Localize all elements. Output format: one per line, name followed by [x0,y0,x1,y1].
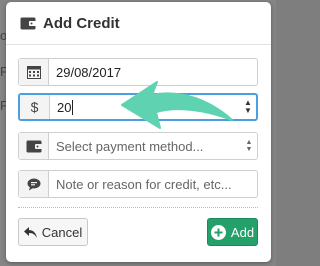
date-addon [19,59,49,85]
add-credit-modal: Add Credit 29/08/2017 $ 20 ▲ ▼ Select pa… [6,2,271,262]
payment-method-placeholder: Select payment method... [56,138,204,154]
reply-arrow-icon [23,226,37,238]
wallet-icon [20,17,36,30]
select-arrows-icon: ▲ ▼ [245,139,253,153]
wallet-icon [26,140,42,153]
amount-value: 20 [57,99,72,115]
footer-divider [18,207,258,208]
note-placeholder: Note or reason for credit, etc... [56,176,232,192]
comment-icon [27,178,40,190]
payment-addon [19,133,49,159]
modal-header: Add Credit [6,2,271,45]
note-addon [19,171,49,197]
calendar-icon [26,66,41,79]
currency-addon: $ [20,95,50,119]
date-field[interactable]: 29/08/2017 [18,58,258,86]
plus-circle-icon [210,224,226,240]
text-caret [72,99,74,115]
add-label: Add [230,224,255,240]
add-button[interactable]: Add [207,218,258,246]
cancel-button[interactable]: Cancel [18,218,88,246]
payment-method-select[interactable]: Select payment method... ▲ ▼ [18,132,258,160]
note-field[interactable]: Note or reason for credit, etc... [18,170,258,198]
spinner-down-icon[interactable]: ▼ [244,107,252,115]
date-value: 29/08/2017 [56,64,122,80]
cancel-label: Cancel [41,224,83,240]
amount-input[interactable]: 20 [50,95,240,119]
amount-field[interactable]: $ 20 ▲ ▼ [18,93,258,121]
modal-title: Add Credit [43,14,120,32]
number-spinner[interactable]: ▲ ▼ [240,95,256,119]
